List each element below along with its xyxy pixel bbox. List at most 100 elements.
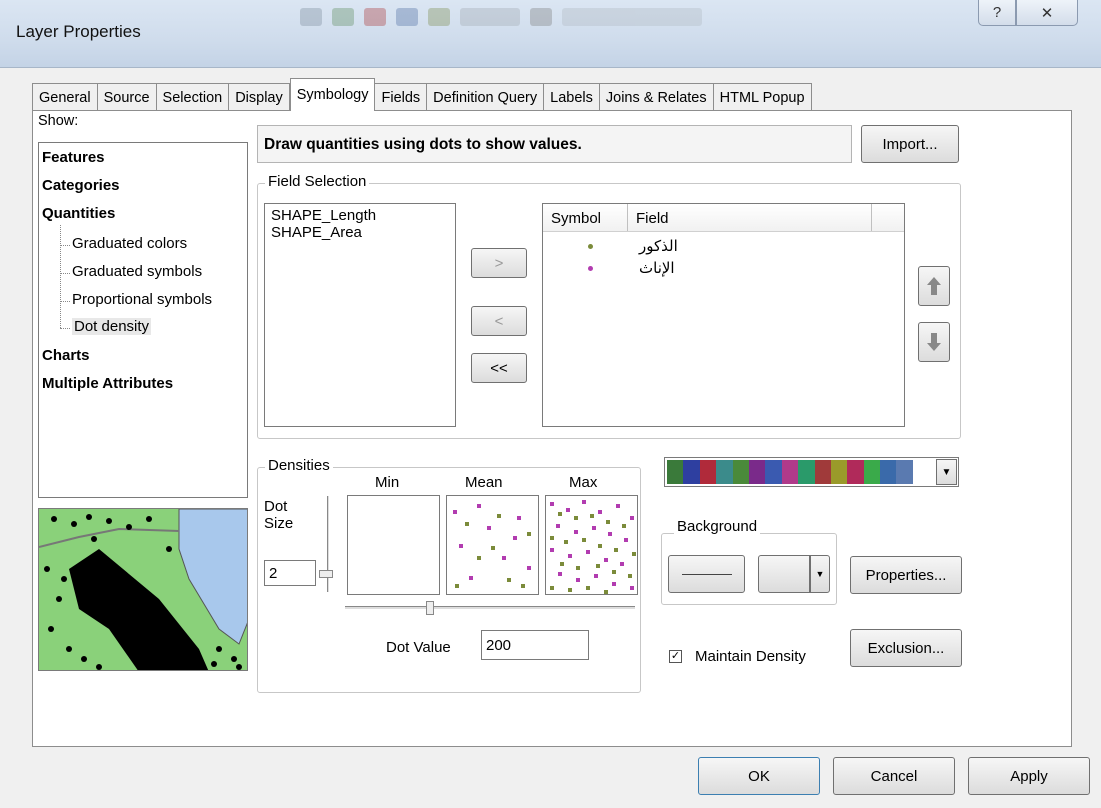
tree-item-proportional-symbols[interactable]: Proportional symbols	[72, 291, 212, 308]
densities-title: Densities	[265, 457, 333, 474]
tree-item-categories[interactable]: Categories	[42, 177, 120, 194]
arrow-up-icon	[927, 277, 941, 295]
ok-button[interactable]: OK	[698, 757, 820, 795]
color-swatch	[847, 460, 864, 484]
chevron-down-icon: ▼	[815, 569, 825, 579]
table-row[interactable]: الإناث	[543, 254, 904, 284]
field-name: الذكور	[639, 238, 678, 255]
tab-definition-query[interactable]: Definition Query	[427, 83, 545, 111]
tab-joins-relates[interactable]: Joins & Relates	[599, 83, 714, 111]
move-down-button[interactable]	[918, 322, 950, 362]
color-swatch	[880, 460, 897, 484]
color-scheme-dropdown-button[interactable]: ▼	[936, 459, 957, 485]
symbol-column-header[interactable]: Symbol	[543, 204, 628, 231]
color-swatch	[699, 460, 717, 484]
tab-selection[interactable]: Selection	[156, 83, 230, 111]
renderer-description: Draw quantities using dots to show value…	[257, 125, 852, 163]
dot-value-label: Dot Value	[386, 639, 451, 656]
chevron-down-icon: ▼	[941, 466, 952, 478]
tab-html-popup[interactable]: HTML Popup	[713, 83, 812, 111]
tree-item-multiple-attributes[interactable]: Multiple Attributes	[42, 375, 173, 392]
color-swatch	[814, 460, 831, 484]
max-label: Max	[569, 474, 598, 491]
import-button[interactable]: Import...	[861, 125, 959, 163]
color-swatch	[683, 460, 700, 484]
table-header: Symbol Field	[543, 204, 904, 232]
properties-button[interactable]: Properties...	[850, 556, 962, 594]
tab-symbology[interactable]: Symbology	[289, 78, 376, 111]
color-swatch	[863, 460, 881, 484]
background-fill-dropdown[interactable]: ▼	[810, 555, 830, 593]
background-title: Background	[674, 518, 761, 535]
tab-display[interactable]: Display	[229, 83, 290, 111]
tree-branch	[60, 273, 70, 274]
title-bar: Layer Properties ? ✕	[0, 0, 1101, 68]
background-outline-button[interactable]	[668, 555, 745, 593]
tree-item-charts[interactable]: Charts	[42, 347, 90, 364]
close-icon: ✕	[1040, 4, 1054, 22]
exclusion-button[interactable]: Exclusion...	[850, 629, 962, 667]
tree-item-graduated-symbols[interactable]: Graduated symbols	[72, 263, 202, 280]
move-right-button[interactable]: >	[471, 248, 527, 278]
tab-fields[interactable]: Fields	[375, 83, 428, 111]
help-button[interactable]: ?	[978, 0, 1016, 26]
selected-fields-table[interactable]: Symbol Field الذكور الإناث	[542, 203, 905, 427]
mean-density-preview	[446, 495, 539, 595]
show-tree: Features Categories Quantities Graduated…	[38, 142, 248, 498]
symbol-dot[interactable]	[588, 266, 593, 271]
tree-item-features[interactable]: Features	[42, 149, 105, 166]
maintain-density-checkbox[interactable]: ✓	[669, 650, 682, 663]
move-left-button[interactable]: <	[471, 306, 527, 336]
show-label: Show:	[38, 113, 79, 129]
mean-label: Mean	[465, 474, 503, 491]
background-fill-button[interactable]	[758, 555, 810, 593]
tree-branch	[60, 301, 70, 302]
apply-button[interactable]: Apply	[968, 757, 1090, 795]
dot-size-input[interactable]	[264, 560, 316, 586]
arrow-down-icon	[927, 333, 941, 351]
window-title: Layer Properties	[16, 22, 141, 41]
min-density-preview	[347, 495, 440, 595]
tab-general[interactable]: General	[32, 83, 98, 111]
color-swatch	[716, 460, 733, 484]
available-field-item[interactable]: SHAPE_Length	[271, 207, 449, 224]
color-swatch	[667, 460, 684, 484]
cancel-button[interactable]: Cancel	[833, 757, 955, 795]
mean-dots	[453, 504, 531, 588]
available-field-item[interactable]: SHAPE_Area	[271, 224, 449, 241]
close-button[interactable]: ✕	[1016, 0, 1078, 26]
field-selection-title: Field Selection	[265, 173, 370, 190]
move-up-button[interactable]	[918, 266, 950, 306]
move-all-left-button[interactable]: <<	[471, 353, 527, 383]
line-symbol-icon	[681, 573, 732, 575]
color-swatch	[732, 460, 749, 484]
max-dots	[550, 500, 636, 594]
field-column-header[interactable]: Field	[628, 204, 872, 231]
dot-value-input[interactable]	[481, 630, 589, 660]
maintain-density-label: Maintain Density	[695, 648, 806, 665]
dot-value-slider-track[interactable]	[345, 606, 635, 610]
map-preview	[38, 508, 248, 671]
symbol-dot[interactable]	[588, 244, 593, 249]
tab-labels[interactable]: Labels	[544, 83, 600, 111]
background-toolbar-ghost	[300, 4, 860, 30]
tab-strip: General Source Selection Display Symbolo…	[32, 78, 812, 111]
tree-item-quantities[interactable]: Quantities	[42, 205, 115, 222]
tree-item-graduated-colors[interactable]: Graduated colors	[72, 235, 187, 252]
tree-item-dot-density[interactable]: Dot density	[72, 318, 152, 335]
color-swatch	[781, 460, 799, 484]
dot-size-label: Dot Size	[264, 498, 294, 532]
dot-value-slider-thumb[interactable]	[426, 601, 434, 615]
field-name: الإناث	[639, 260, 675, 277]
help-icon: ?	[992, 4, 1002, 21]
dot-size-slider-thumb[interactable]	[319, 570, 333, 578]
tab-source[interactable]: Source	[97, 83, 157, 111]
available-fields-list[interactable]: SHAPE_Length SHAPE_Area	[264, 203, 456, 427]
color-scheme-dropdown[interactable]	[664, 457, 959, 487]
tree-branch	[60, 328, 70, 329]
tree-connector	[60, 225, 61, 328]
color-swatch	[798, 460, 815, 484]
color-swatch	[765, 460, 782, 484]
color-swatch	[896, 460, 913, 484]
tree-branch	[60, 245, 70, 246]
